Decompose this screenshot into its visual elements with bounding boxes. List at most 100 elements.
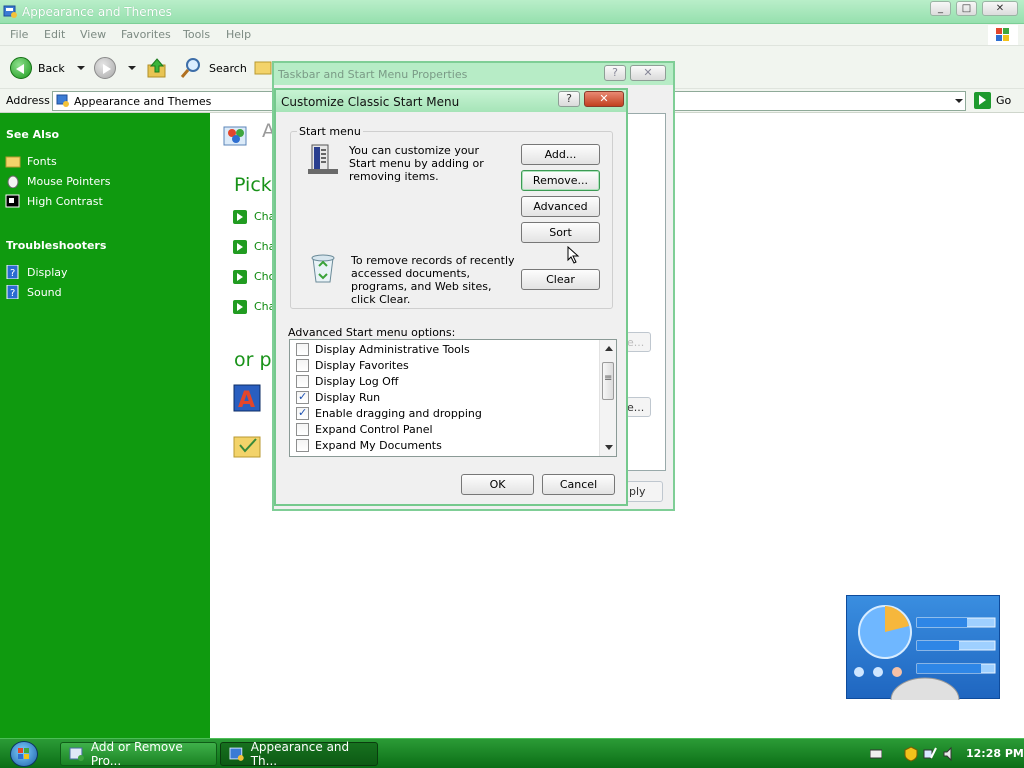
dialog-close-button[interactable]: ✕ xyxy=(584,91,624,107)
remove-button[interactable]: Remove... xyxy=(521,170,600,191)
forward-arrow-icon xyxy=(94,57,116,79)
option-label: Display Favorites xyxy=(315,359,409,372)
keyboard-icon[interactable] xyxy=(870,748,882,760)
menu-tools[interactable]: Tools xyxy=(183,28,210,41)
display-icon[interactable]: A xyxy=(232,383,264,415)
help-button[interactable]: ? xyxy=(558,91,580,107)
advanced-options-list[interactable]: Display Administrative Tools Display Fav… xyxy=(289,339,617,457)
search-label: Search xyxy=(209,61,247,75)
network-icon[interactable] xyxy=(922,746,938,762)
troubleshooter-display[interactable]: ? Display xyxy=(5,265,68,279)
svg-text:A: A xyxy=(238,388,255,413)
menu-help[interactable]: Help xyxy=(226,28,251,41)
see-also-fonts[interactable]: Fonts xyxy=(5,154,57,168)
checkbox[interactable] xyxy=(296,439,309,452)
search-button[interactable]: Search xyxy=(180,57,247,79)
option-label: Display Administrative Tools xyxy=(315,343,470,356)
maximize-button[interactable]: □ xyxy=(956,1,977,16)
pick-task-heading: Pick xyxy=(234,174,272,196)
ok-button[interactable]: OK xyxy=(461,474,534,495)
taskbar-button-add-remove-programs[interactable]: Add or Remove Pro... xyxy=(60,740,217,768)
vertical-scrollbar[interactable] xyxy=(599,340,616,456)
control-panel-icon xyxy=(3,5,17,18)
advanced-options-label: Advanced Start menu options: xyxy=(288,326,456,339)
help-button[interactable]: ? xyxy=(604,65,626,81)
mouse-icon xyxy=(7,175,19,188)
dialog-close-button[interactable]: ✕ xyxy=(630,65,666,81)
dialog-titlebar: Taskbar and Start Menu Properties ? ✕ xyxy=(274,63,673,85)
see-also-high-contrast[interactable]: High Contrast xyxy=(5,194,103,208)
clear-description: To remove records of recently accessed d… xyxy=(351,254,515,306)
folders-button[interactable] xyxy=(254,58,272,76)
option-display-administrative-tools[interactable]: Display Administrative Tools xyxy=(296,343,470,356)
help-icon: ? xyxy=(6,285,19,299)
start-menu-icon xyxy=(308,144,338,174)
recycle-bin-icon xyxy=(311,254,335,283)
folders-icon xyxy=(254,61,272,75)
option-expand-control-panel[interactable]: Expand Control Panel xyxy=(296,423,433,436)
customize-button-partial[interactable]: e... xyxy=(626,332,651,352)
menu-view[interactable]: View xyxy=(80,28,106,41)
checkbox-checked[interactable] xyxy=(296,406,309,420)
back-arrow-icon xyxy=(10,57,32,79)
folder-options-icon[interactable] xyxy=(232,431,264,459)
minimize-button[interactable]: _ xyxy=(930,1,951,16)
scroll-up-icon[interactable] xyxy=(605,346,613,351)
advanced-button[interactable]: Advanced xyxy=(521,196,600,217)
system-clock[interactable]: 12:28 PM xyxy=(966,747,1024,760)
option-label: Enable dragging and dropping xyxy=(315,407,482,420)
windows-logo-icon xyxy=(18,748,29,759)
option-label: Expand My Documents xyxy=(315,439,442,452)
go-arrow-icon[interactable] xyxy=(974,92,991,109)
apply-button-partial[interactable]: ply xyxy=(626,481,663,502)
see-also-label: High Contrast xyxy=(27,194,103,208)
sort-button[interactable]: Sort xyxy=(521,222,600,243)
window-title: Appearance and Themes xyxy=(22,5,172,19)
option-display-run[interactable]: Display Run xyxy=(296,390,380,404)
add-remove-programs-icon xyxy=(69,747,84,761)
option-expand-my-documents[interactable]: Expand My Documents xyxy=(296,439,442,452)
appearance-themes-icon xyxy=(223,126,247,146)
task-arrow-icon xyxy=(233,210,247,224)
start-button[interactable] xyxy=(10,741,38,767)
clear-button[interactable]: Clear xyxy=(521,269,600,290)
scroll-thumb[interactable] xyxy=(602,362,614,400)
see-also-heading: See Also xyxy=(6,128,60,141)
add-button[interactable]: Add... xyxy=(521,144,600,165)
customize-classic-button-partial[interactable]: e... xyxy=(626,397,651,417)
search-icon xyxy=(180,58,200,78)
task-pane: See Also Fonts Mouse Pointers High Contr… xyxy=(0,113,210,738)
address-label: Address xyxy=(6,94,50,107)
forward-button[interactable] xyxy=(94,57,136,79)
menu-favorites[interactable]: Favorites xyxy=(121,28,171,41)
option-display-favorites[interactable]: Display Favorites xyxy=(296,359,409,372)
checkbox[interactable] xyxy=(296,423,309,436)
checkbox[interactable] xyxy=(296,359,309,372)
close-button[interactable]: ✕ xyxy=(982,1,1018,16)
security-shield-icon[interactable] xyxy=(904,746,918,762)
checkbox[interactable] xyxy=(296,343,309,356)
troubleshooter-sound[interactable]: ? Sound xyxy=(5,285,62,299)
checkbox-checked[interactable] xyxy=(296,390,309,404)
taskbar-button-appearance-themes[interactable]: Appearance and Th... xyxy=(220,740,378,768)
go-button[interactable]: Go xyxy=(996,94,1011,107)
control-panel-icon xyxy=(56,94,69,107)
back-button[interactable]: Back xyxy=(10,57,85,79)
back-dropdown-icon[interactable] xyxy=(76,66,85,70)
cancel-button[interactable]: Cancel xyxy=(542,474,615,495)
option-display-log-off[interactable]: Display Log Off xyxy=(296,375,398,388)
see-also-mouse-pointers[interactable]: Mouse Pointers xyxy=(5,174,111,188)
control-panel-icon xyxy=(229,747,244,761)
volume-icon[interactable] xyxy=(942,746,958,762)
menu-file[interactable]: File xyxy=(10,28,28,41)
checkbox[interactable] xyxy=(296,375,309,388)
customize-description: You can customize your Start menu by add… xyxy=(349,144,484,183)
see-also-label: Fonts xyxy=(27,154,57,168)
menu-edit[interactable]: Edit xyxy=(44,28,65,41)
address-dropdown-icon[interactable] xyxy=(955,99,963,103)
forward-dropdown-icon[interactable] xyxy=(128,66,136,70)
up-folder-button[interactable] xyxy=(146,57,168,79)
option-enable-dragging-dropping[interactable]: Enable dragging and dropping xyxy=(296,406,482,420)
desktop-widget xyxy=(846,595,1000,723)
scroll-down-icon[interactable] xyxy=(605,445,613,450)
